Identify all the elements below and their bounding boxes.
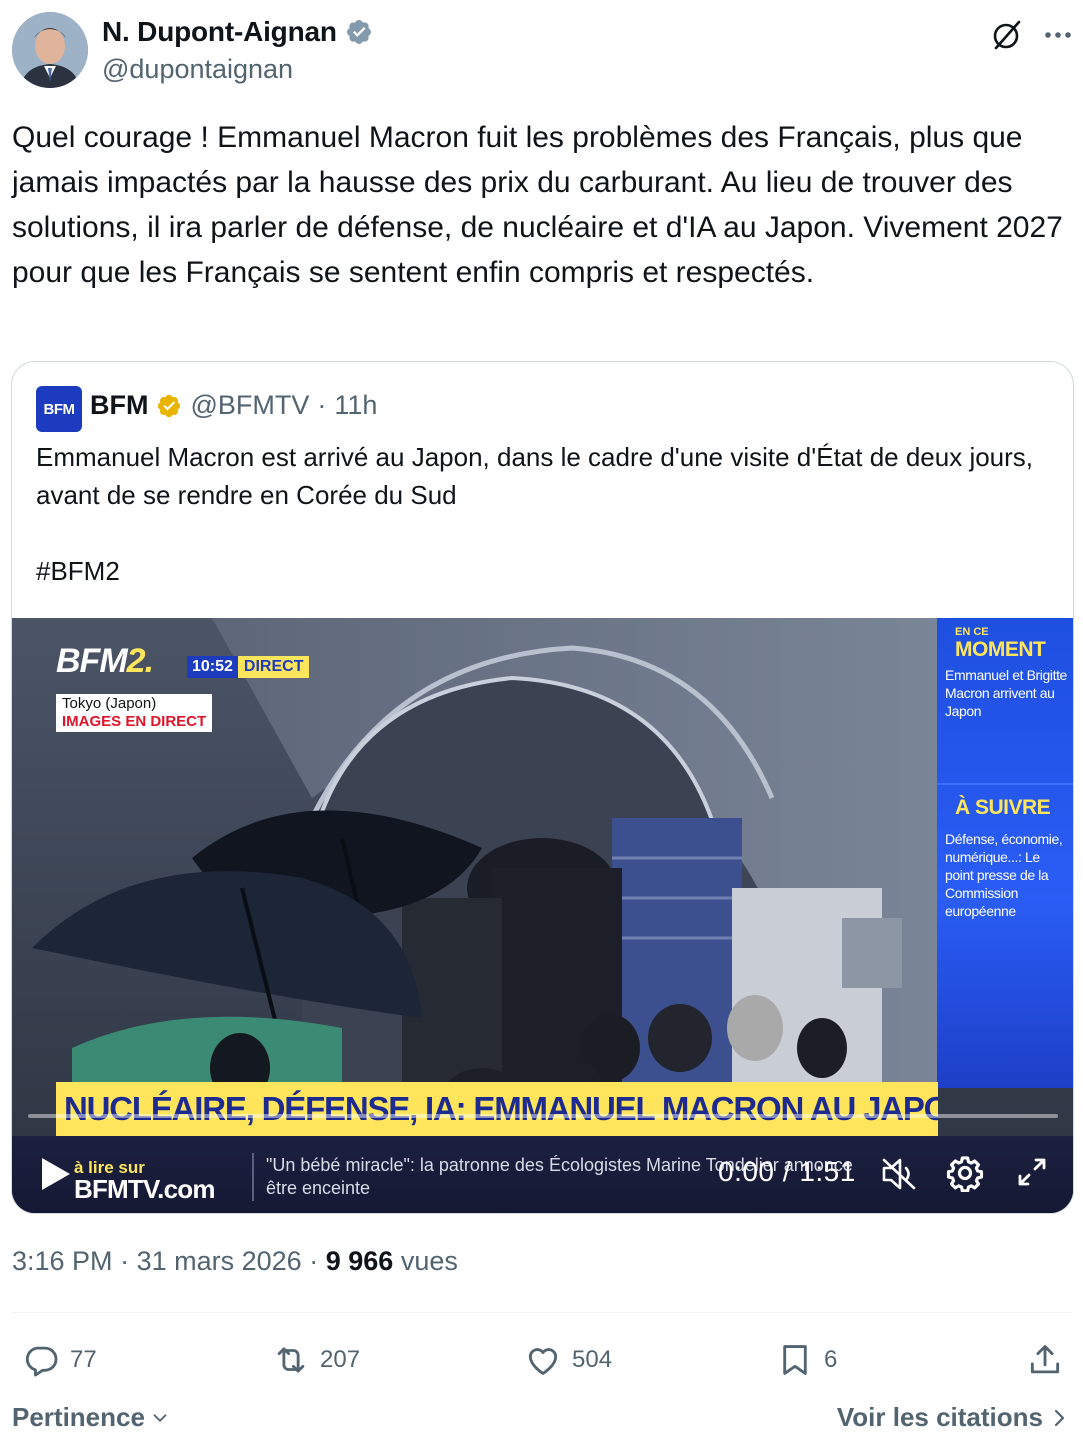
bookmark-button[interactable]: 6	[776, 1338, 837, 1382]
divider	[12, 1312, 1072, 1313]
broadcast-clock: 10:52	[187, 656, 238, 678]
post-date[interactable]: 31 mars 2026	[137, 1246, 302, 1276]
repost-count: 207	[320, 1346, 361, 1373]
bookmark-count: 6	[824, 1346, 838, 1373]
location-box: Tokyo (Japon) IMAGES EN DIRECT	[56, 694, 213, 732]
author-name[interactable]: N. Dupont-Aignan	[102, 16, 337, 48]
a-suivre-label: À SUIVRE	[955, 796, 1051, 819]
sort-dropdown[interactable]: Pertinence	[12, 1402, 171, 1433]
volume-muted-icon[interactable]	[880, 1156, 920, 1192]
settings-gear-icon[interactable]	[946, 1154, 984, 1192]
reply-button[interactable]: 77	[22, 1338, 97, 1382]
sort-label: Pertinence	[12, 1402, 145, 1432]
author-handle[interactable]: @dupontaignan	[102, 54, 293, 85]
more-options-icon[interactable]	[1040, 18, 1076, 52]
verified-badge-icon[interactable]	[345, 18, 373, 46]
bfm2-logo-part-a: BFM	[56, 642, 128, 680]
live-images-label: IMAGES EN DIRECT	[62, 713, 207, 730]
views-count: 9 966	[325, 1246, 394, 1276]
a-suivre-text: Défense, économie, numérique...: Le poin…	[945, 831, 1063, 919]
separator-dot: ·	[120, 1246, 130, 1276]
video-player[interactable]: EN CE MOMENT Emmanuel et Brigitte Macron…	[12, 618, 1073, 1213]
promo-bottom-text: BFMTV.com	[74, 1174, 215, 1204]
author-name-row[interactable]: N. Dupont-Aignan	[102, 16, 373, 48]
share-icon	[1030, 1345, 1060, 1374]
quoted-post-time[interactable]: 11h	[334, 390, 377, 421]
chevron-down-icon	[153, 1413, 167, 1422]
quoted-post-hashtag[interactable]: #BFM2	[36, 552, 120, 590]
grok-icon[interactable]	[990, 18, 1024, 52]
quoted-author-handle[interactable]: @BFMTV	[190, 390, 309, 421]
quoted-post-text: Emmanuel Macron est arrivé au Japon, dan…	[36, 442, 1034, 510]
chevron-right-icon	[1054, 1409, 1065, 1426]
now-playing-panel: EN CE MOMENT Emmanuel et Brigitte Macron…	[937, 618, 1073, 1088]
moment-text: Emmanuel et Brigitte Macron arrivent au …	[945, 667, 1067, 719]
bookmark-icon	[783, 1345, 807, 1375]
bfm2-channel-logo: BFM2.	[56, 642, 154, 681]
video-progress-bar[interactable]	[28, 1114, 1058, 1118]
like-count: 504	[572, 1346, 613, 1373]
direct-badge: DIRECT	[237, 656, 310, 678]
bfm2-logo-part-b: 2.	[126, 642, 154, 680]
tweet-text: Quel courage ! Emmanuel Macron fuit les …	[12, 121, 1063, 289]
location-label: Tokyo (Japon)	[62, 695, 157, 712]
play-icon[interactable]	[40, 1156, 72, 1192]
view-quotes-label: Voir les citations	[836, 1402, 1043, 1432]
live-time-badge: 10:52 DIRECT	[187, 656, 310, 678]
video-time-readout: 0:00 / 1:51	[718, 1156, 856, 1187]
view-quotes-link[interactable]: Voir les citations	[837, 1402, 1069, 1433]
avatar[interactable]	[12, 12, 88, 88]
separator-dot: ·	[309, 1246, 319, 1276]
views-label: vues	[400, 1246, 458, 1276]
news-headline-banner: NUCLÉAIRE, DÉFENSE, IA: EMMANUEL MACRON …	[56, 1082, 938, 1136]
ticker-divider	[252, 1153, 254, 1201]
avatar-photo	[12, 12, 88, 88]
repost-icon	[277, 1347, 305, 1373]
heart-icon	[528, 1348, 558, 1375]
moment-label: MOMENT	[955, 638, 1046, 661]
quoted-post-header: BFM @BFMTV · 11h	[90, 390, 377, 421]
post-time[interactable]: 3:16 PM	[12, 1246, 113, 1276]
reply-icon	[25, 1346, 58, 1377]
bfm-logo[interactable]: BFM	[36, 386, 82, 432]
panel-divider	[937, 783, 1073, 785]
reply-count: 77	[70, 1346, 97, 1373]
share-button[interactable]	[1026, 1338, 1064, 1382]
post-meta: 3:16 PM · 31 mars 2026 · 9 966 vues	[12, 1246, 458, 1277]
verified-gold-badge-icon[interactable]	[156, 393, 182, 419]
separator-dot: ·	[317, 390, 327, 420]
en-ce-label: EN CE	[955, 626, 989, 638]
quoted-author-name[interactable]: BFM	[90, 390, 148, 421]
like-button[interactable]: 504	[524, 1338, 612, 1382]
repost-button[interactable]: 207	[272, 1338, 360, 1382]
quoted-post[interactable]: BFM BFM @BFMTV · 11h Emmanuel Macron est…	[11, 361, 1074, 1214]
fullscreen-expand-icon[interactable]	[1014, 1154, 1050, 1190]
